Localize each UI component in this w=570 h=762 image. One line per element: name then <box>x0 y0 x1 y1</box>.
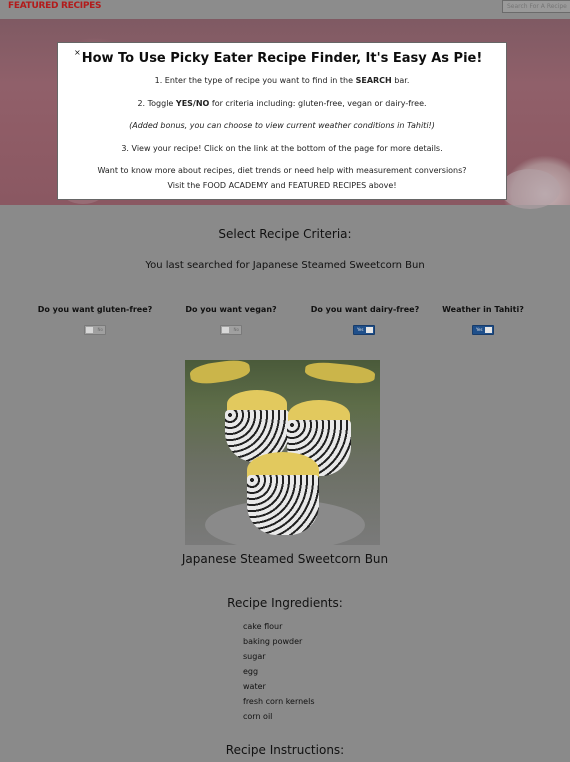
modal-step-1: 1. Enter the type of recipe you want to … <box>154 76 410 85</box>
recipe-image <box>185 360 380 545</box>
modal-step-2: 2. Toggle YES/NO for criteria including:… <box>137 99 427 108</box>
list-item: fresh corn kernels <box>243 697 315 706</box>
recipe-title-link[interactable]: Japanese Steamed Sweetcorn Bun <box>0 552 570 566</box>
vegan-toggle[interactable]: No <box>220 325 242 335</box>
toggle-state: No <box>233 327 239 332</box>
gluten-free-label: Do you want gluten-free? <box>37 305 153 314</box>
toggle-knob <box>485 327 492 333</box>
flower-decoration <box>500 169 560 209</box>
dairy-free-label: Do you want dairy-free? <box>310 305 420 314</box>
list-item: water <box>243 682 266 691</box>
weather-tahiti-label: Weather in Tahiti? <box>442 305 524 314</box>
modal-more-info-links: Visit the FOOD ACADEMY and FEATURED RECI… <box>167 181 397 190</box>
toggle-state: No <box>97 327 103 332</box>
modal-bonus: (Added bonus, you can choose to view cur… <box>129 121 435 130</box>
gluten-free-toggle[interactable]: No <box>84 325 106 335</box>
modal-more-info: Want to know more about recipes, diet tr… <box>97 166 467 175</box>
featured-recipes-link[interactable]: FEATURED RECIPES <box>8 1 101 11</box>
ingredients-list: cake flour baking powder sugar egg water… <box>243 622 315 727</box>
weather-tahiti-toggle[interactable]: Yes <box>472 325 494 335</box>
toggle-state: Yes <box>476 327 483 332</box>
list-item: egg <box>243 667 259 676</box>
select-criteria-heading: Select Recipe Criteria: <box>218 227 352 241</box>
last-search-text: You last searched for Japanese Steamed S… <box>145 260 425 271</box>
list-item: sugar <box>243 652 266 661</box>
toggle-knob <box>366 327 373 333</box>
modal-title: How To Use Picky Eater Recipe Finder, It… <box>81 51 483 66</box>
list-item: corn oil <box>243 712 273 721</box>
toggle-knob <box>222 327 229 333</box>
vegan-label: Do you want vegan? <box>185 305 277 314</box>
list-item: baking powder <box>243 637 303 646</box>
search-input[interactable] <box>502 0 570 13</box>
toggle-state: Yes <box>357 327 364 332</box>
top-nav: FEATURED RECIPES <box>0 0 570 19</box>
ingredients-heading: Recipe Ingredients: <box>227 596 343 610</box>
modal-step-3: 3. View your recipe! Click on the link a… <box>121 144 443 153</box>
list-item: cake flour <box>243 622 283 631</box>
dairy-free-toggle[interactable]: Yes <box>353 325 375 335</box>
instructions-heading: Recipe Instructions: <box>225 743 345 757</box>
toggle-knob <box>86 327 93 333</box>
instructions-modal: × How To Use Picky Eater Recipe Finder, … <box>57 42 507 200</box>
